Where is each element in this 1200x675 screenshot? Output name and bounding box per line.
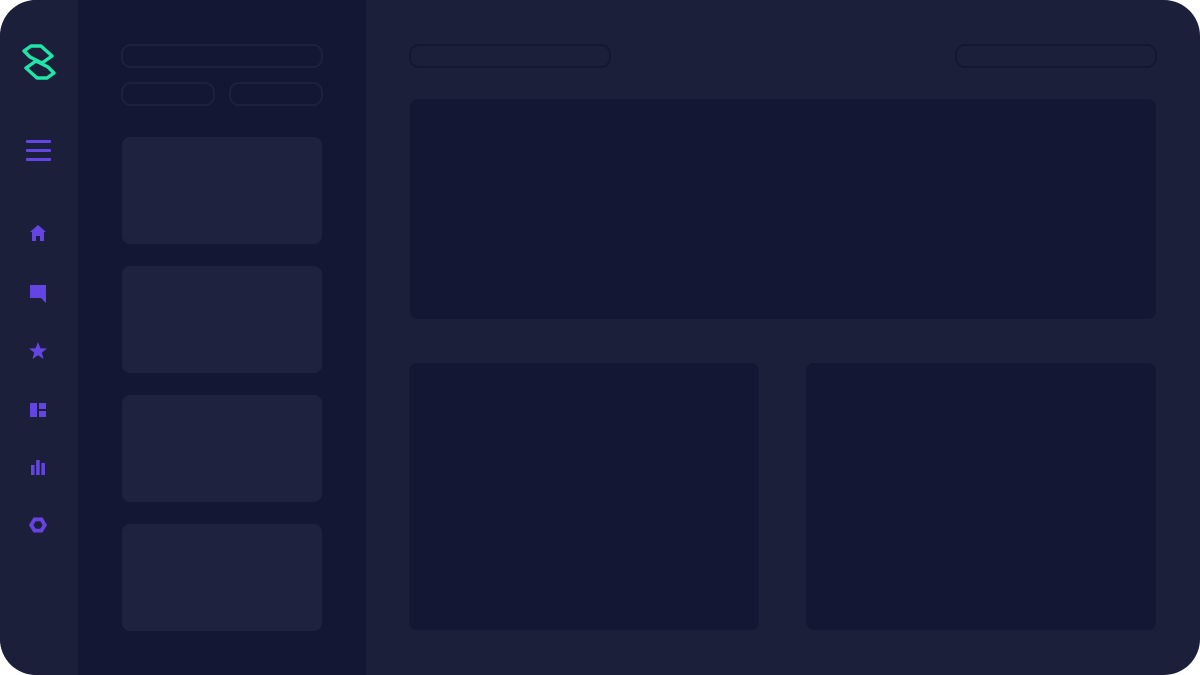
list-card[interactable] — [122, 137, 322, 244]
search-input[interactable] — [121, 44, 323, 68]
chat-icon[interactable] — [28, 283, 48, 303]
content-panel-left — [409, 363, 759, 630]
hamburger-menu-icon[interactable] — [26, 138, 52, 164]
content-panel-right — [806, 363, 1156, 630]
filter-button-2[interactable] — [229, 82, 323, 106]
header-search-input[interactable] — [409, 44, 611, 68]
header-action-bar[interactable] — [955, 44, 1157, 68]
list-card[interactable] — [122, 266, 322, 373]
bar-chart-icon[interactable] — [28, 457, 48, 477]
dashboard-icon[interactable] — [28, 400, 48, 420]
hexagon-settings-icon[interactable] — [28, 515, 48, 535]
home-icon[interactable] — [28, 223, 48, 243]
star-icon[interactable] — [28, 341, 48, 361]
list-card[interactable] — [122, 524, 322, 631]
list-card[interactable] — [122, 395, 322, 502]
icon-rail — [0, 0, 78, 675]
hero-panel — [410, 99, 1156, 319]
app-window — [0, 0, 1200, 675]
s-logo-icon[interactable] — [21, 43, 57, 81]
filter-button-1[interactable] — [121, 82, 215, 106]
